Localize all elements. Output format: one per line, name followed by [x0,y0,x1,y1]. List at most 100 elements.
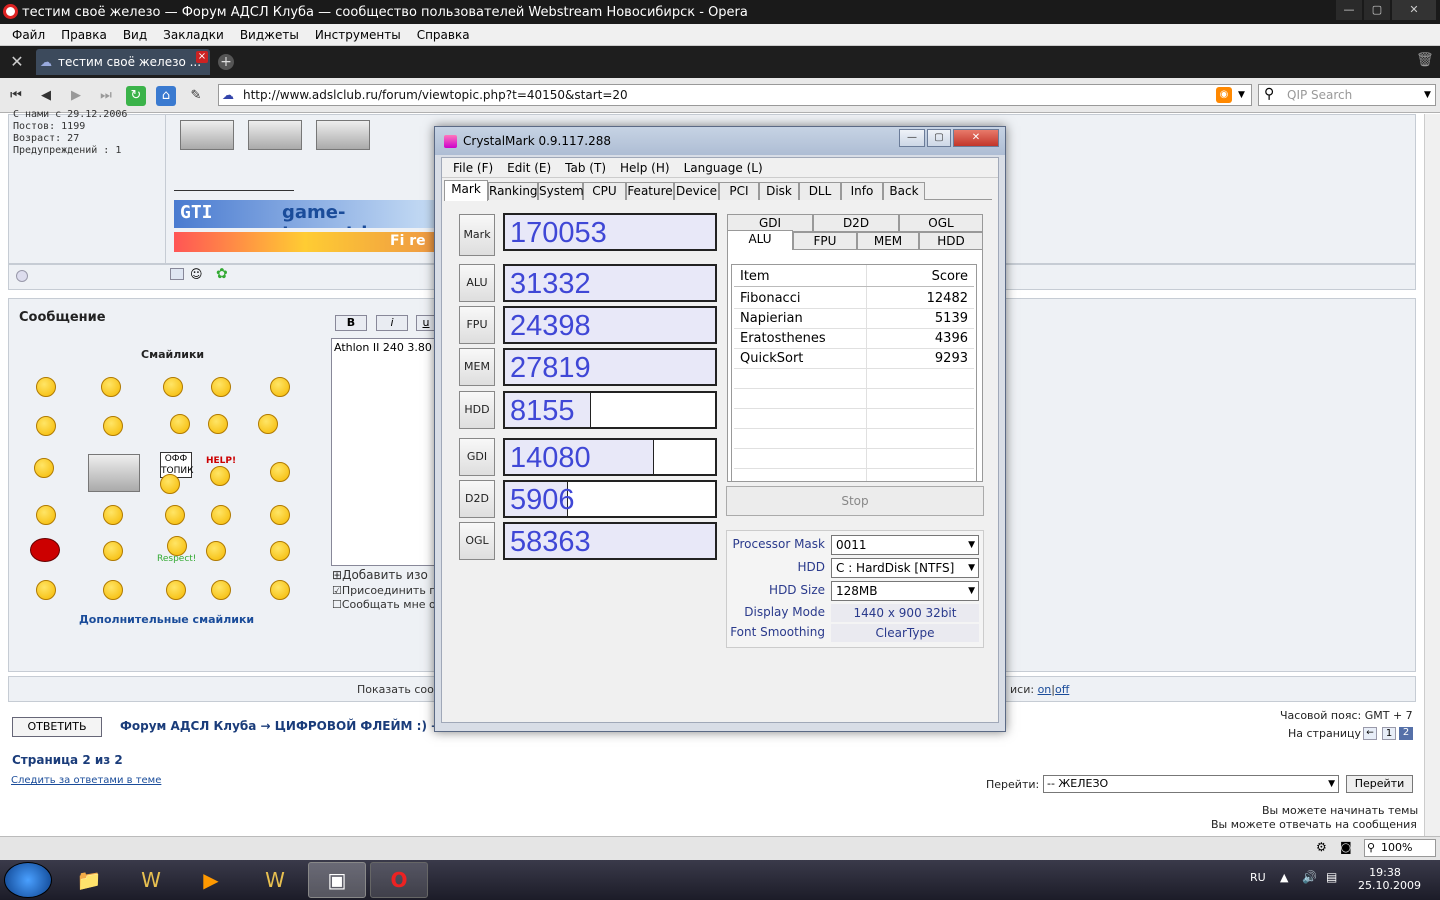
menu-edit[interactable]: Правка [53,28,115,42]
winamp-icon[interactable]: W [246,862,304,898]
menu-widgets[interactable]: Виджеты [232,28,307,42]
add-image-link[interactable]: ⊞Добавить изо [332,568,428,582]
language-indicator[interactable]: RU [1250,871,1266,884]
menu-help[interactable]: Справка [409,28,478,42]
smiley-icon[interactable] [103,541,123,561]
respect-smiley-icon[interactable] [167,536,187,556]
tab-back[interactable]: Back [883,182,925,200]
fpu-button[interactable]: FPU [459,306,495,344]
menu-view[interactable]: Вид [115,28,155,42]
bold-button[interactable]: B [335,315,367,331]
subtab-alu[interactable]: ALU [727,230,793,252]
header-item[interactable]: Item [740,267,770,287]
tab-cpu[interactable]: CPU [583,182,626,200]
home-icon[interactable]: ⌂ [156,86,176,106]
processor-mask-select[interactable]: 0011 ▼ [831,535,979,555]
computer-smiley-icon[interactable] [88,454,140,492]
smiley-icon[interactable] [36,580,56,600]
table-row[interactable]: Napierian 5139 [734,309,974,329]
smiley-icon[interactable] [211,505,231,525]
panel-toggle-icon[interactable]: ✕ [6,52,28,72]
back-icon[interactable]: ◀ [36,86,56,106]
tab-system[interactable]: System [538,182,584,200]
fast-forward-icon[interactable]: ⏭ [96,86,116,106]
page-2-link[interactable]: 2 [1399,727,1413,740]
smiley-icon[interactable] [270,580,290,600]
watch-topic-link[interactable]: Следить за ответами в теме [11,775,161,786]
start-button[interactable] [4,862,52,898]
subtab-mem[interactable]: MEM [857,232,919,250]
hdd-select[interactable]: C : HardDisk [NTFS] ▼ [831,558,979,578]
tab-ranking[interactable]: Ranking [488,182,538,200]
off-link[interactable]: off [1055,683,1069,696]
smiley-icon[interactable] [36,416,56,436]
smiley-icon[interactable] [103,505,123,525]
gdi-button[interactable]: GDI [459,438,495,476]
table-row[interactable]: QuickSort 9293 [734,349,974,369]
reply-button[interactable]: ОТВЕТИТЬ [12,717,102,737]
tab-feature[interactable]: Feature [626,182,674,200]
mark-button[interactable]: Mark [459,214,495,256]
menu-tools[interactable]: Инструменты [307,28,409,42]
smiley-icon[interactable] [211,580,231,600]
on-link[interactable]: on [1038,683,1052,696]
search-input[interactable]: QIP Search [1258,84,1436,106]
zoom-control[interactable]: ⚲ 100% [1364,839,1436,857]
banner-game-torrent[interactable]: GTI game-torrent.in [174,200,436,228]
smiley-icon[interactable] [270,462,290,482]
close-button[interactable]: ✕ [1392,0,1436,20]
ogl-button[interactable]: OGL [459,522,495,560]
smiley-icon[interactable] [270,377,290,397]
smiley-icon[interactable] [258,414,278,434]
smiley-icon[interactable] [36,505,56,525]
smiley-icon[interactable] [101,377,121,397]
smiley-icon[interactable] [36,377,56,397]
cm-menu-edit[interactable]: Edit (E) [500,161,558,175]
cm-menu-language[interactable]: Language (L) [677,161,770,175]
cm-menu-help[interactable]: Help (H) [613,161,677,175]
smiley-icon[interactable] [34,458,54,478]
devil-smiley-icon[interactable] [30,538,60,562]
media-player-icon[interactable]: ▶ [182,862,240,898]
opera-taskbar-icon[interactable]: O [370,862,428,898]
table-row[interactable]: Eratosthenes 4396 [734,329,974,349]
icq-icon[interactable]: ✿ [216,266,232,282]
smiley-icon[interactable] [211,377,231,397]
alu-button[interactable]: ALU [459,264,495,302]
tab-dll[interactable]: DLL [799,182,841,200]
notify-checkbox[interactable]: ☐Сообщать мне о [332,598,436,611]
smiley-icon[interactable] [165,505,185,525]
stop-button[interactable]: Stop [726,486,984,516]
edit-icon[interactable]: ✎ [186,86,206,106]
winamp-icon[interactable]: W [122,862,180,898]
tab-active[interactable]: ☁ тестим своё железо ... × [36,49,210,75]
tab-device[interactable]: Device [674,182,719,200]
cm-minimize-button[interactable]: — [899,129,925,147]
new-tab-button[interactable]: + [218,54,234,70]
message-textarea[interactable]: Athlon II 240 3.80 [331,338,436,566]
network-tray-icon[interactable]: ▤ [1326,870,1337,884]
smiley-icon[interactable] [103,416,123,436]
page-scrollbar[interactable] [1424,114,1440,836]
smiley-icon[interactable] [206,541,226,561]
table-row[interactable]: Fibonacci 12482 [734,289,974,309]
cm-maximize-button[interactable]: ▢ [927,129,951,147]
page-1-link[interactable]: 1 [1382,727,1396,740]
menu-file[interactable]: Файл [4,28,53,42]
header-score[interactable]: Score [932,267,968,287]
underline-button[interactable]: u [416,315,436,331]
camera-icon[interactable]: ◙ [1340,840,1352,854]
subtab-d2d[interactable]: D2D [813,214,899,232]
more-smileys-link[interactable]: Дополнительные смайлики [79,613,254,626]
tab-pci[interactable]: PCI [719,182,759,200]
tab-disk[interactable]: Disk [759,182,799,200]
rewind-icon[interactable]: ⏮ [6,86,26,106]
forward-icon[interactable]: ▶ [66,86,86,106]
hdd-size-select[interactable]: 128MB ▼ [831,581,979,601]
tray-arrow-icon[interactable]: ▲ [1280,871,1288,884]
smiley-icon[interactable] [210,466,230,486]
minimize-button[interactable]: — [1336,0,1362,20]
smiley-icon[interactable] [208,414,228,434]
subtab-ogl[interactable]: OGL [899,214,983,232]
smiley-icon[interactable] [166,580,186,600]
